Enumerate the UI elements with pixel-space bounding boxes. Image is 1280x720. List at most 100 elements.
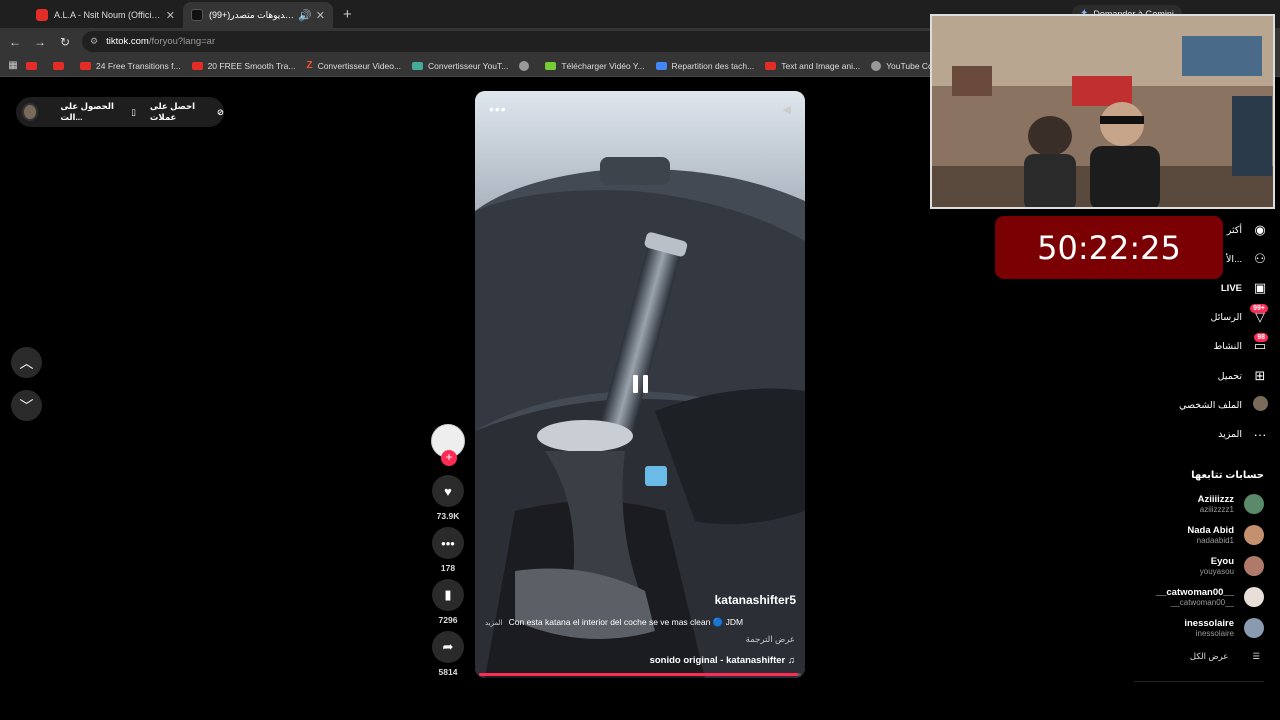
youtube-icon [80, 61, 91, 70]
avatar [1244, 525, 1264, 545]
tab-youtube[interactable]: A.L.A - Nsit Noum (Official Mus ✕ [28, 2, 183, 28]
z-icon: Z [306, 60, 313, 71]
forward-icon[interactable]: → [29, 35, 51, 49]
globe-icon [519, 60, 530, 71]
bookmark-item[interactable] [26, 61, 42, 70]
get-app-button[interactable]: الحصول على الت... ▯ [60, 101, 136, 123]
upload-icon: ⊞ [1254, 368, 1266, 383]
sidebar-item-profile[interactable]: الملف الشخصي [1108, 394, 1268, 416]
home-icon: ◉ [1254, 222, 1266, 237]
globe-icon [871, 60, 882, 71]
share-icon: ➦ [432, 631, 464, 663]
following-account[interactable]: __catwoman00__ __catwoman00__ [1084, 584, 1264, 610]
comment-icon: ••• [432, 527, 464, 559]
like-count: 73.9K [436, 511, 460, 521]
youtube-icon [26, 61, 37, 70]
apps-grid-icon[interactable]: ▦ [0, 60, 26, 71]
close-icon[interactable]: ✕ [166, 9, 175, 22]
get-coins-button[interactable]: احصل على عملات ⊘ [150, 101, 224, 123]
share-button[interactable]: ➦ 5814 [432, 631, 464, 677]
comment-button[interactable]: ••• 178 [432, 527, 464, 573]
following-account[interactable]: Nada Abid nadaabid1 [1084, 522, 1264, 548]
download-icon [545, 61, 557, 70]
converter-icon [412, 61, 424, 70]
phone-icon: ▯ [131, 106, 136, 117]
site-info-icon[interactable]: ⚙ [90, 36, 98, 47]
sidebar-item-upload[interactable]: تحميل ⊞ [1108, 365, 1268, 387]
chevron-down-icon: ﹀ [19, 397, 34, 414]
translate-link[interactable]: عرض الترجمة [746, 634, 795, 645]
pause-button[interactable] [626, 370, 654, 398]
sound-link[interactable]: sonido original - katanashifter ♫ [650, 655, 795, 666]
bookmark-icon: ▮ [432, 579, 464, 611]
more-options-icon[interactable]: ••• [489, 101, 507, 117]
bookmark-item[interactable]: 24 Free Transitions f... [80, 61, 181, 71]
new-tab-button[interactable]: + [343, 2, 352, 28]
back-icon[interactable]: ← [4, 35, 26, 49]
address-bar[interactable]: ⚙ tiktok.com/foryou?lang=ar [82, 31, 942, 52]
speaker-icon[interactable]: 🔊 [298, 9, 312, 22]
inbox-icon: ▽ 99+ [1250, 304, 1268, 325]
bookmark-item[interactable] [53, 61, 69, 70]
video-description: المزيد Con esta katana el interior del co… [485, 617, 800, 628]
reload-icon[interactable]: ↻ [54, 35, 76, 49]
bookmark-item[interactable]: Z Convertisseur Video... [306, 60, 401, 71]
bookmark-item[interactable]: Repartition des tach... [655, 61, 754, 71]
profile-icon [1252, 396, 1268, 414]
save-button[interactable]: ▮ 7296 [432, 579, 464, 625]
tab-title: A.L.A - Nsit Noum (Official Mus [54, 10, 162, 20]
bookmark-item[interactable] [519, 60, 534, 71]
see-all-link[interactable]: عرض الكل ☰ [1190, 651, 1260, 662]
creator-avatar[interactable]: + [431, 424, 465, 466]
tiktok-icon [191, 9, 203, 21]
avatar[interactable] [22, 103, 39, 121]
bookmark-item[interactable]: 20 FREE Smooth Tra... [191, 61, 295, 71]
follow-plus-icon[interactable]: + [441, 450, 457, 466]
tab-tiktok[interactable]: (99+)شاهد فيديوهات متصدر 🔊 ✕ [183, 2, 333, 28]
coin-icon: ⊘ [216, 106, 225, 117]
friends-icon: ⚇ [1254, 251, 1266, 266]
sidebar-item-live[interactable]: LIVE ▣ [1108, 277, 1268, 299]
live-icon: ▣ [1253, 280, 1267, 295]
sound-name: sonido original - katanashifter [649, 655, 786, 666]
sidebar-item-inbox[interactable]: الرسائل ▽ 99+ [1108, 304, 1268, 328]
heart-icon: ♥ [432, 475, 464, 507]
docs-icon [655, 61, 667, 70]
like-button[interactable]: ♥ 73.9K [432, 475, 464, 521]
tab-title: (99+)شاهد فيديوهات متصدر [209, 9, 294, 20]
following-account[interactable]: inessolaire inessolaire [1084, 615, 1264, 641]
avatar [1244, 618, 1264, 638]
address-path: /foryou?lang=ar [148, 36, 216, 47]
activity-badge: 98 [1254, 333, 1268, 342]
youtube-icon [53, 61, 64, 70]
following-account[interactable]: Aziiiizzz aziiizzzz1 [1084, 491, 1264, 517]
bookmark-item[interactable]: Télécharger Vidéo Y... [545, 61, 645, 71]
close-icon[interactable]: ✕ [316, 9, 325, 22]
youtube-icon [36, 9, 48, 21]
bookmark-item[interactable]: Convertisseur YouT... [412, 61, 508, 71]
divider [1134, 681, 1264, 682]
previous-video-button[interactable]: ︿ [11, 347, 42, 378]
get-coins-label: احصل على عملات [149, 101, 196, 122]
sidebar-item-activity[interactable]: النشاط ▭ 98 [1108, 333, 1268, 357]
more-icon: ··· [1253, 426, 1267, 442]
more-link[interactable]: المزيد [485, 620, 503, 627]
video-author[interactable]: katanashifter5 [715, 593, 796, 607]
bookmark-item[interactable]: Text and Image ani... [765, 61, 860, 71]
stream-timer: 50:22:25 [995, 216, 1223, 279]
next-video-button[interactable]: ﹀ [11, 390, 42, 421]
action-bar: + [430, 424, 466, 466]
video-player[interactable]: ••• ◀︎ katanashifter5 المزيد Con esta kat… [475, 91, 805, 678]
volume-icon[interactable]: ◀︎ [783, 103, 791, 116]
activity-icon: ▭ 98 [1253, 333, 1268, 353]
get-app-label: الحصول على الت... [60, 101, 114, 122]
webcam-overlay [930, 14, 1275, 209]
sidebar-item-more[interactable]: المزيد ··· [1108, 423, 1268, 445]
share-count: 5814 [438, 667, 458, 677]
following-account[interactable]: Eyou youyasou [1084, 553, 1264, 579]
youtube-icon [765, 61, 777, 70]
comment-count: 178 [440, 563, 456, 573]
progress-bar[interactable] [479, 673, 801, 676]
description-text: Con esta katana el interior del coche se… [508, 617, 744, 627]
following-section-title: حسابات تتابعها [1191, 470, 1264, 481]
